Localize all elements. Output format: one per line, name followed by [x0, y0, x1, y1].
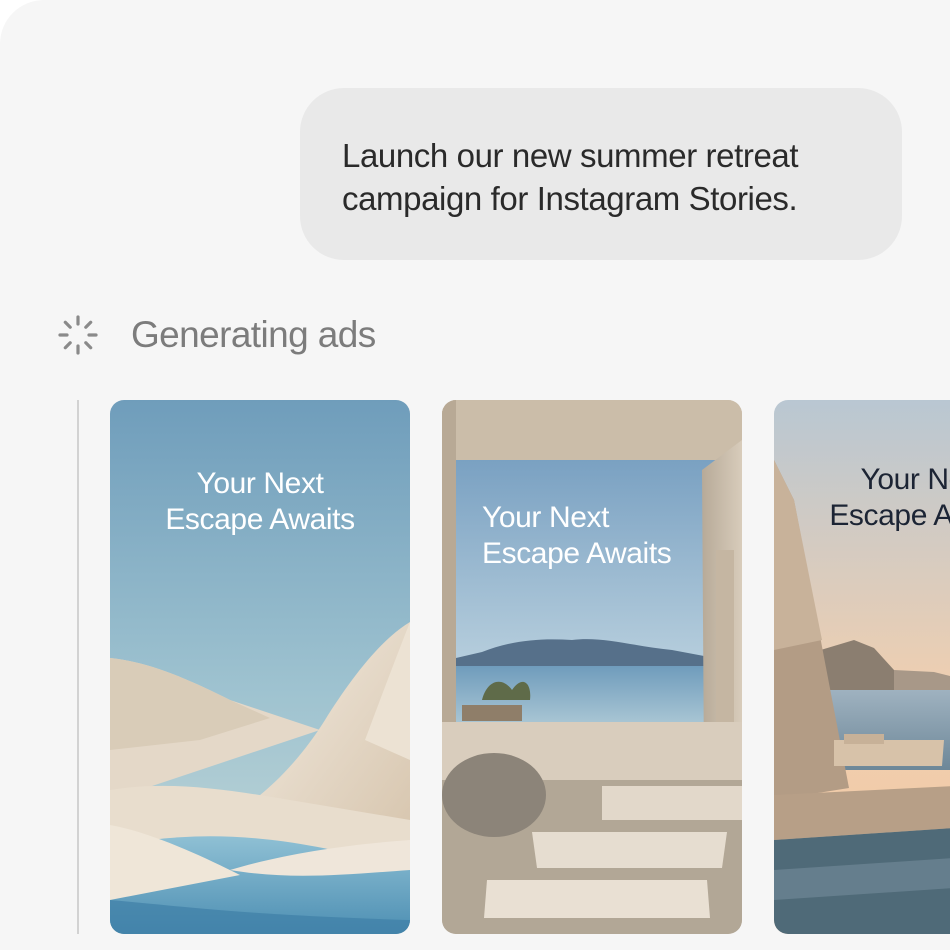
ad-preview-card[interactable]: Your Next Escape Awaits [442, 400, 742, 934]
chat-panel: Launch our new summer retreat campaign f… [0, 0, 950, 950]
generation-status-label: Generating ads [131, 314, 376, 355]
ad-headline: Your Next Escape Awaits [829, 463, 950, 532]
ad-image-terrace [442, 400, 742, 934]
generation-status: Generating ads [56, 312, 376, 358]
ad-headline: Your Next Escape Awaits [165, 467, 355, 536]
ad-preview-card[interactable]: Your Next Escape Awaits [110, 400, 410, 934]
timeline-divider [77, 400, 79, 934]
user-message-bubble: Launch our new summer retreat campaign f… [300, 88, 902, 260]
ad-headline: Your Next Escape Awaits [482, 501, 672, 570]
loading-spinner-icon [58, 315, 98, 355]
ad-preview-card[interactable]: Your Next Escape Awaits [774, 400, 950, 934]
user-message-text: Launch our new summer retreat campaign f… [342, 137, 799, 217]
